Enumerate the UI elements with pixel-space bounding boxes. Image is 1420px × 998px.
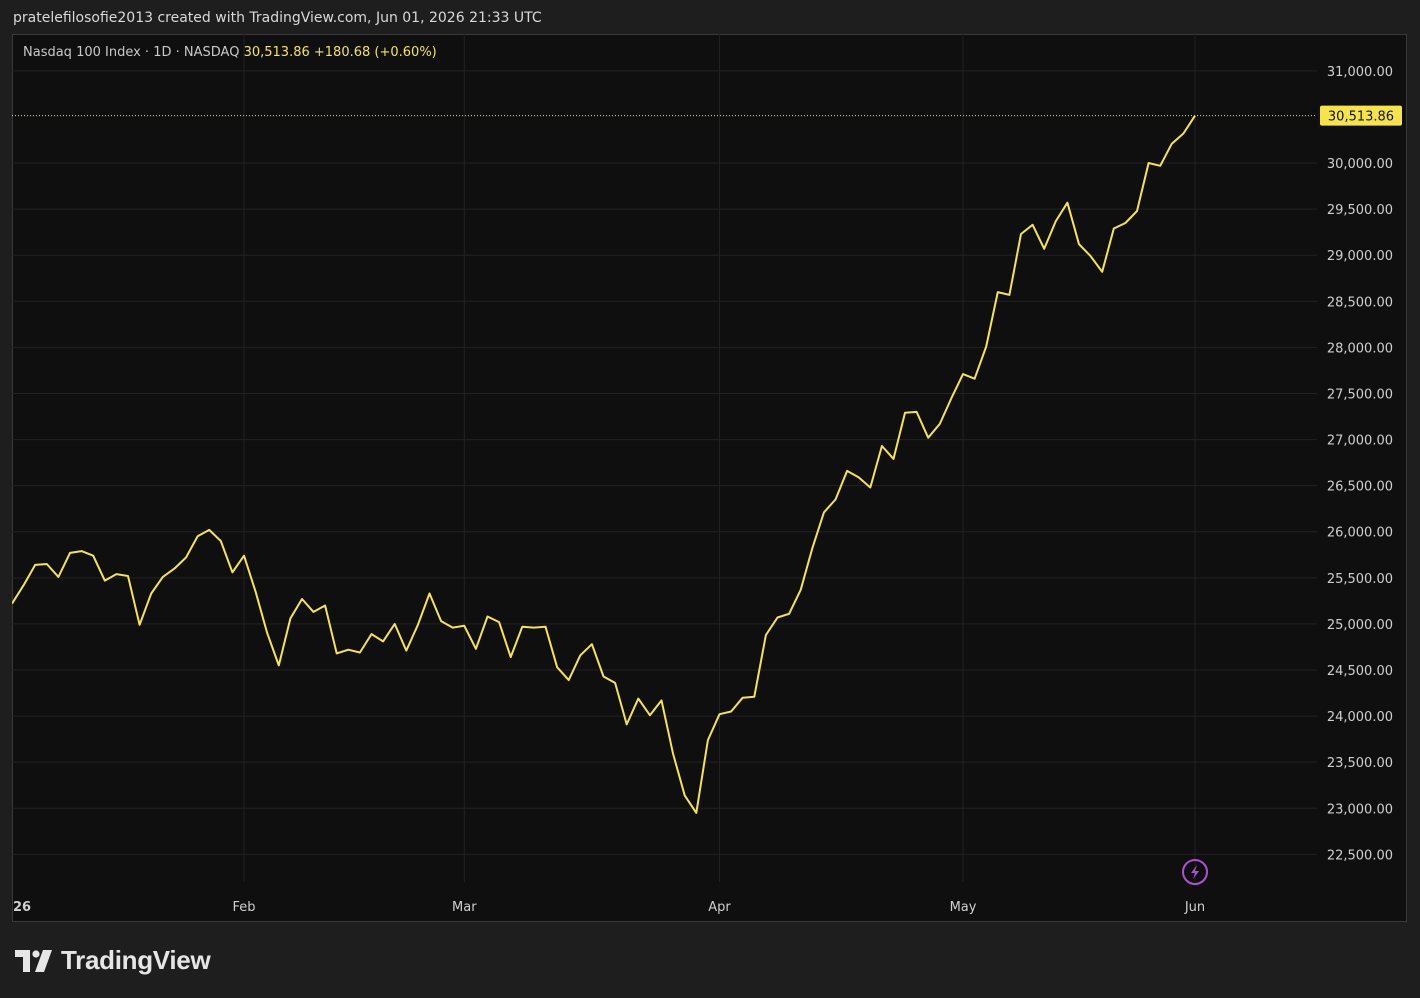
time-tick-label: Jun bbox=[1184, 900, 1205, 915]
symbol-title: Nasdaq 100 Index · 1D · NASDAQ bbox=[23, 45, 240, 60]
last-price-label: 30,513.86 bbox=[1320, 105, 1402, 126]
last-price-value: 30,513.86 bbox=[1328, 110, 1394, 125]
tradingview-logo[interactable]: TradingView bbox=[15, 945, 211, 976]
price-tick-label: 24,500.00 bbox=[1327, 664, 1393, 679]
price-tick-label: 28,500.00 bbox=[1327, 295, 1393, 310]
price-tick-label: 25,000.00 bbox=[1327, 618, 1393, 633]
price-tick-label: 27,000.00 bbox=[1327, 434, 1393, 449]
chart-caption: pratelefilosofie2013 created with Tradin… bbox=[13, 10, 542, 26]
brand-name: TradingView bbox=[61, 945, 211, 975]
price-line bbox=[12, 115, 1196, 814]
price-tick-label: 27,500.00 bbox=[1327, 387, 1393, 402]
symbol-legend[interactable]: Nasdaq 100 Index · 1D · NASDAQ 30,513.86… bbox=[23, 45, 437, 60]
time-tick-label: 26 bbox=[13, 900, 31, 915]
grid-lines bbox=[12, 34, 1317, 882]
price-chart[interactable]: 31,000.00 30,000.00 29,500.00 29,000.00 28,5… bbox=[12, 34, 1407, 922]
price-tick-label: 30,000.00 bbox=[1327, 157, 1393, 172]
price-tick-label: 29,000.00 bbox=[1327, 249, 1393, 264]
price-tick-label: 31,000.00 bbox=[1327, 65, 1393, 80]
price-tick-label: 23,000.00 bbox=[1327, 802, 1393, 817]
time-tick-label: May bbox=[950, 900, 977, 915]
last-price: 30,513.86 bbox=[243, 45, 310, 60]
price-tick-label: 22,500.00 bbox=[1327, 848, 1393, 863]
price-tick-label: 29,500.00 bbox=[1327, 203, 1393, 218]
price-tick-label: 26,500.00 bbox=[1327, 480, 1393, 495]
price-change: +180.68 (+0.60%) bbox=[313, 45, 437, 60]
price-tick-label: 23,500.00 bbox=[1327, 756, 1393, 771]
price-tick-label: 24,000.00 bbox=[1327, 710, 1393, 725]
price-tick-label: 26,000.00 bbox=[1327, 526, 1393, 541]
tradingview-logo-icon bbox=[15, 949, 52, 972]
price-tick-label: 25,500.00 bbox=[1327, 572, 1393, 587]
time-tick-label: Feb bbox=[232, 900, 255, 915]
time-axis[interactable]: 26 Feb Mar Apr May Jun bbox=[13, 900, 1205, 915]
time-tick-label: Mar bbox=[452, 900, 477, 915]
time-tick-label: Apr bbox=[708, 900, 731, 915]
price-tick-label: 28,000.00 bbox=[1327, 341, 1393, 356]
price-axis[interactable]: 31,000.00 30,000.00 29,500.00 29,000.00 28,5… bbox=[1327, 65, 1393, 863]
